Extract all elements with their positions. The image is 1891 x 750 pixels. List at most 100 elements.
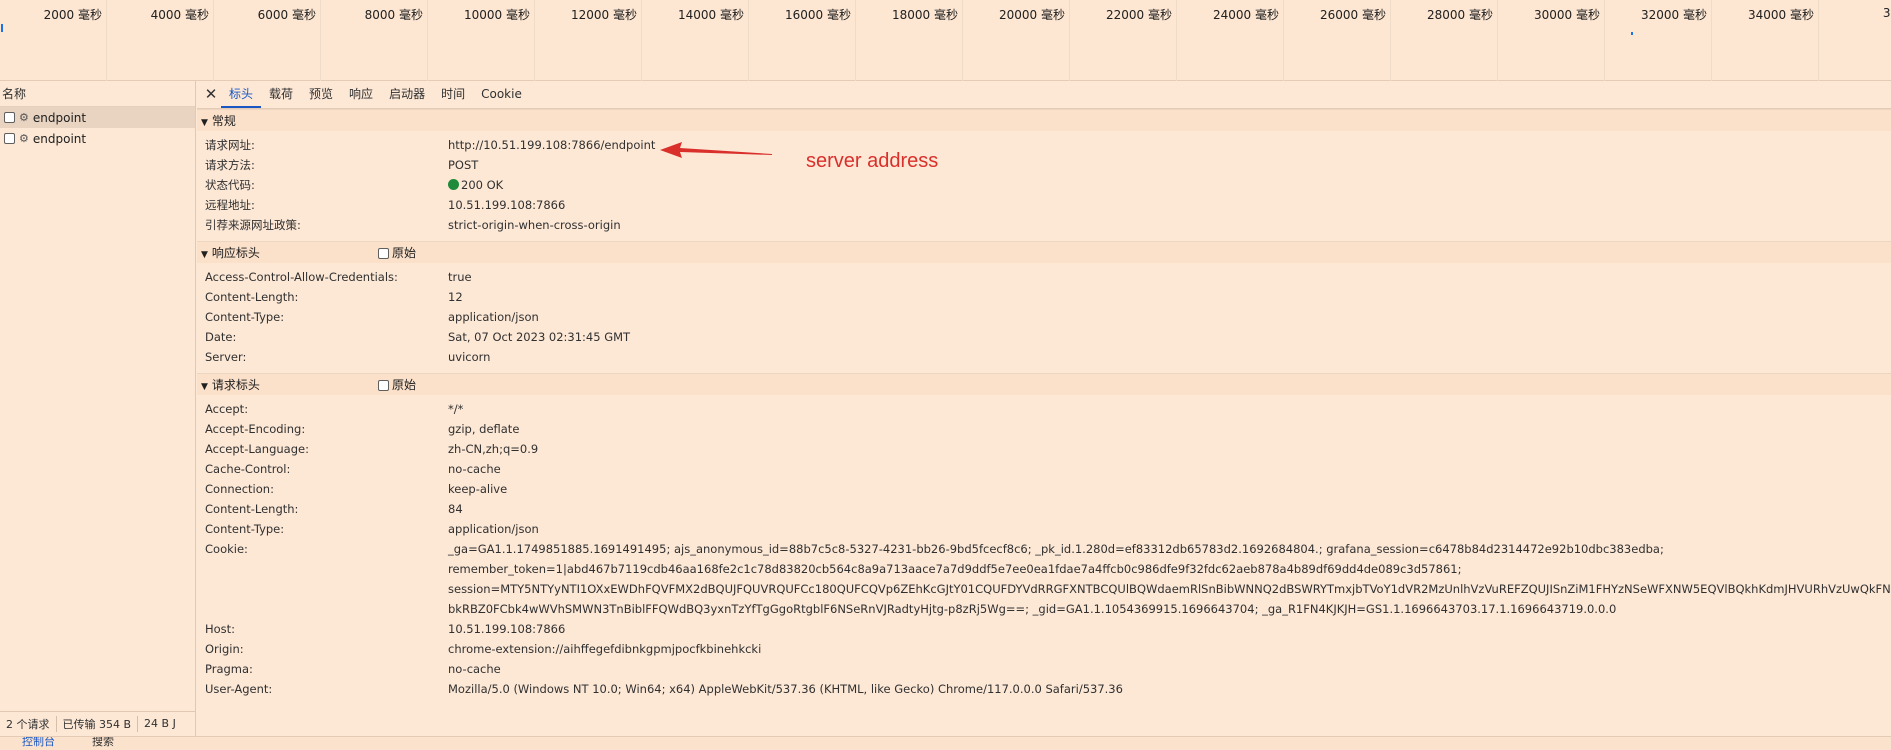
status-code-value: 200 OK [448, 175, 503, 195]
header-row: Pragma: no-cache [197, 659, 1891, 679]
request-name: endpoint [32, 131, 87, 146]
timeline-request-bar [1, 24, 3, 32]
request-name: endpoint [32, 110, 87, 125]
timeline-tick-label: 12000 毫秒 [571, 8, 637, 22]
timeline-tick: 18000 毫秒 [856, 0, 963, 81]
request-row[interactable]: ⚙ endpoint [0, 128, 195, 149]
request-url-value: http://10.51.199.108:7866/endpoint [448, 138, 656, 152]
tab-payload[interactable]: 载荷 [261, 82, 301, 108]
transferred-size: 已传输 354 B [57, 715, 139, 732]
header-value: keep-alive [448, 482, 508, 496]
timeline-tick: 34000 毫秒 [1712, 0, 1819, 81]
section-title: 常规 [211, 114, 236, 128]
timeline-tick: 28000 毫秒 [1391, 0, 1498, 81]
header-row: Content-Type: application/json [197, 307, 1891, 327]
header-row: Cache-Control: no-cache [197, 459, 1891, 479]
timeline-tick-label: 22000 毫秒 [1106, 8, 1172, 22]
header-row: Access-Control-Allow-Credentials: true [197, 267, 1891, 287]
timeline-tick-label: 34000 毫秒 [1748, 8, 1814, 22]
tab-cookies[interactable]: Cookie [473, 82, 530, 108]
raw-label: 原始 [392, 378, 417, 392]
header-row: Accept: */* [197, 399, 1891, 419]
request-method-value: POST [448, 158, 479, 172]
raw-label: 原始 [392, 246, 417, 260]
timeline-tick-label: 6000 毫秒 [257, 8, 316, 22]
name-column-header[interactable]: 名称 [0, 81, 195, 107]
header-key: Content-Length: [205, 290, 299, 304]
header-key: 请求方法: [205, 158, 255, 172]
tab-response[interactable]: 响应 [341, 82, 381, 108]
console-tab[interactable]: 控制台 [22, 737, 55, 749]
timeline-tick-label: 18000 毫秒 [892, 8, 958, 22]
cookie-line: remember_token=1|abd467b7119cdb46aa168fe… [448, 562, 1462, 576]
header-key: Connection: [205, 482, 274, 496]
timeline-tick-label: 32000 毫秒 [1641, 8, 1707, 22]
header-key: Accept-Language: [205, 442, 309, 456]
fetch-icon: ⚙ [19, 111, 29, 124]
fetch-icon: ⚙ [19, 132, 29, 145]
timeline-tick: 26000 毫秒 [1284, 0, 1391, 81]
general-section-header[interactable]: ▼ 常规 [197, 109, 1891, 131]
header-value: uvicorn [448, 350, 491, 364]
raw-checkbox[interactable] [378, 379, 389, 391]
header-value: application/json [448, 310, 539, 324]
timeline-tick: 6000 毫秒 [214, 0, 321, 81]
timeline-tick-label: 16000 毫秒 [785, 8, 851, 22]
status-ok-icon [448, 179, 459, 190]
referrer-policy-value: strict-origin-when-cross-origin [448, 218, 621, 232]
header-value: 12 [448, 290, 463, 304]
cookie-line: bkRBZ0FCbk4wWVhSMWN3TnBiblFFQWdBQ3yxnTzY… [448, 602, 1617, 616]
request-headers-section-header[interactable]: ▼ 请求标头 原始 [197, 373, 1891, 395]
raw-toggle[interactable]: 原始 [378, 242, 416, 264]
header-row: Connection: keep-alive [197, 479, 1891, 499]
timeline-tick-label: 8000 毫秒 [364, 8, 423, 22]
general-section-body: 请求网址: http://10.51.199.108:7866/endpoint… [197, 131, 1891, 241]
header-row: Server: uvicorn [197, 347, 1891, 367]
cookie-line: session=MTY5NTYyNTI1OXxEWDhFQVFMX2dBQUJF… [448, 582, 1891, 596]
timeline-overview[interactable]: 2000 毫秒 4000 毫秒 6000 毫秒 8000 毫秒 10000 毫秒 1200… [0, 0, 1891, 81]
request-checkbox[interactable] [4, 133, 15, 144]
header-key: Pragma: [205, 662, 253, 676]
timeline-tick: 36000 [1819, 0, 1891, 81]
tab-preview[interactable]: 预览 [301, 82, 341, 108]
header-key: Content-Type: [205, 522, 285, 536]
tab-headers[interactable]: 标头 [221, 82, 262, 108]
header-row: Content-Length: 84 [197, 499, 1891, 519]
header-value: 10.51.199.108:7866 [448, 622, 566, 636]
header-key: Content-Length: [205, 502, 299, 516]
header-value: 84 [448, 502, 463, 516]
header-value: Mozilla/5.0 (Windows NT 10.0; Win64; x64… [448, 682, 1123, 696]
timeline-tick: 10000 毫秒 [428, 0, 535, 81]
header-row: Accept-Encoding: gzip, deflate [197, 419, 1891, 439]
cookie-line: _ga=GA1.1.1749851885.1691491495; ajs_ano… [448, 542, 1664, 556]
request-row[interactable]: ⚙ endpoint [0, 107, 195, 128]
timeline-tick: 8000 毫秒 [321, 0, 428, 81]
header-key: Date: [205, 330, 237, 344]
header-row: Accept-Language: zh-CN,zh;q=0.9 [197, 439, 1891, 459]
header-key: 远程地址: [205, 198, 255, 212]
section-title: 请求标头 [211, 378, 260, 392]
raw-checkbox[interactable] [378, 247, 389, 259]
response-headers-section-header[interactable]: ▼ 响应标头 原始 [197, 241, 1891, 263]
request-details-panel: ✕ 标头 载荷 预览 响应 启动器 时间 Cookie ▼ 常规 请求网址: ht… [197, 81, 1891, 736]
header-key: Content-Type: [205, 310, 285, 324]
resources-size: 24 B J [144, 717, 176, 730]
network-status-bar: 2 个请求 已传输 354 B 24 B J [0, 711, 196, 735]
tab-timing[interactable]: 时间 [433, 82, 473, 108]
raw-toggle[interactable]: 原始 [378, 374, 416, 396]
timeline-tick-label: 2000 毫秒 [43, 8, 102, 22]
search-tab[interactable]: 搜索 [92, 737, 114, 749]
header-row: Origin: chrome-extension://aihffegefdibnk… [197, 639, 1891, 659]
header-key: Origin: [205, 642, 244, 656]
timeline-tick-label: 24000 毫秒 [1213, 8, 1279, 22]
collapse-triangle-icon: ▼ [201, 250, 208, 260]
header-key: 请求网址: [205, 138, 255, 152]
collapse-triangle-icon: ▼ [201, 118, 208, 128]
close-icon[interactable]: ✕ [201, 82, 221, 108]
timeline-tick: 32000 毫秒 [1605, 0, 1712, 81]
tab-initiator[interactable]: 启动器 [381, 82, 433, 108]
cookie-value: _ga=GA1.1.1749851885.1691491495; ajs_ano… [448, 539, 1891, 619]
status-text: 200 OK [461, 178, 504, 192]
request-checkbox[interactable] [4, 112, 15, 123]
header-row: User-Agent: Mozilla/5.0 (Windows NT 10.0;… [197, 679, 1891, 699]
